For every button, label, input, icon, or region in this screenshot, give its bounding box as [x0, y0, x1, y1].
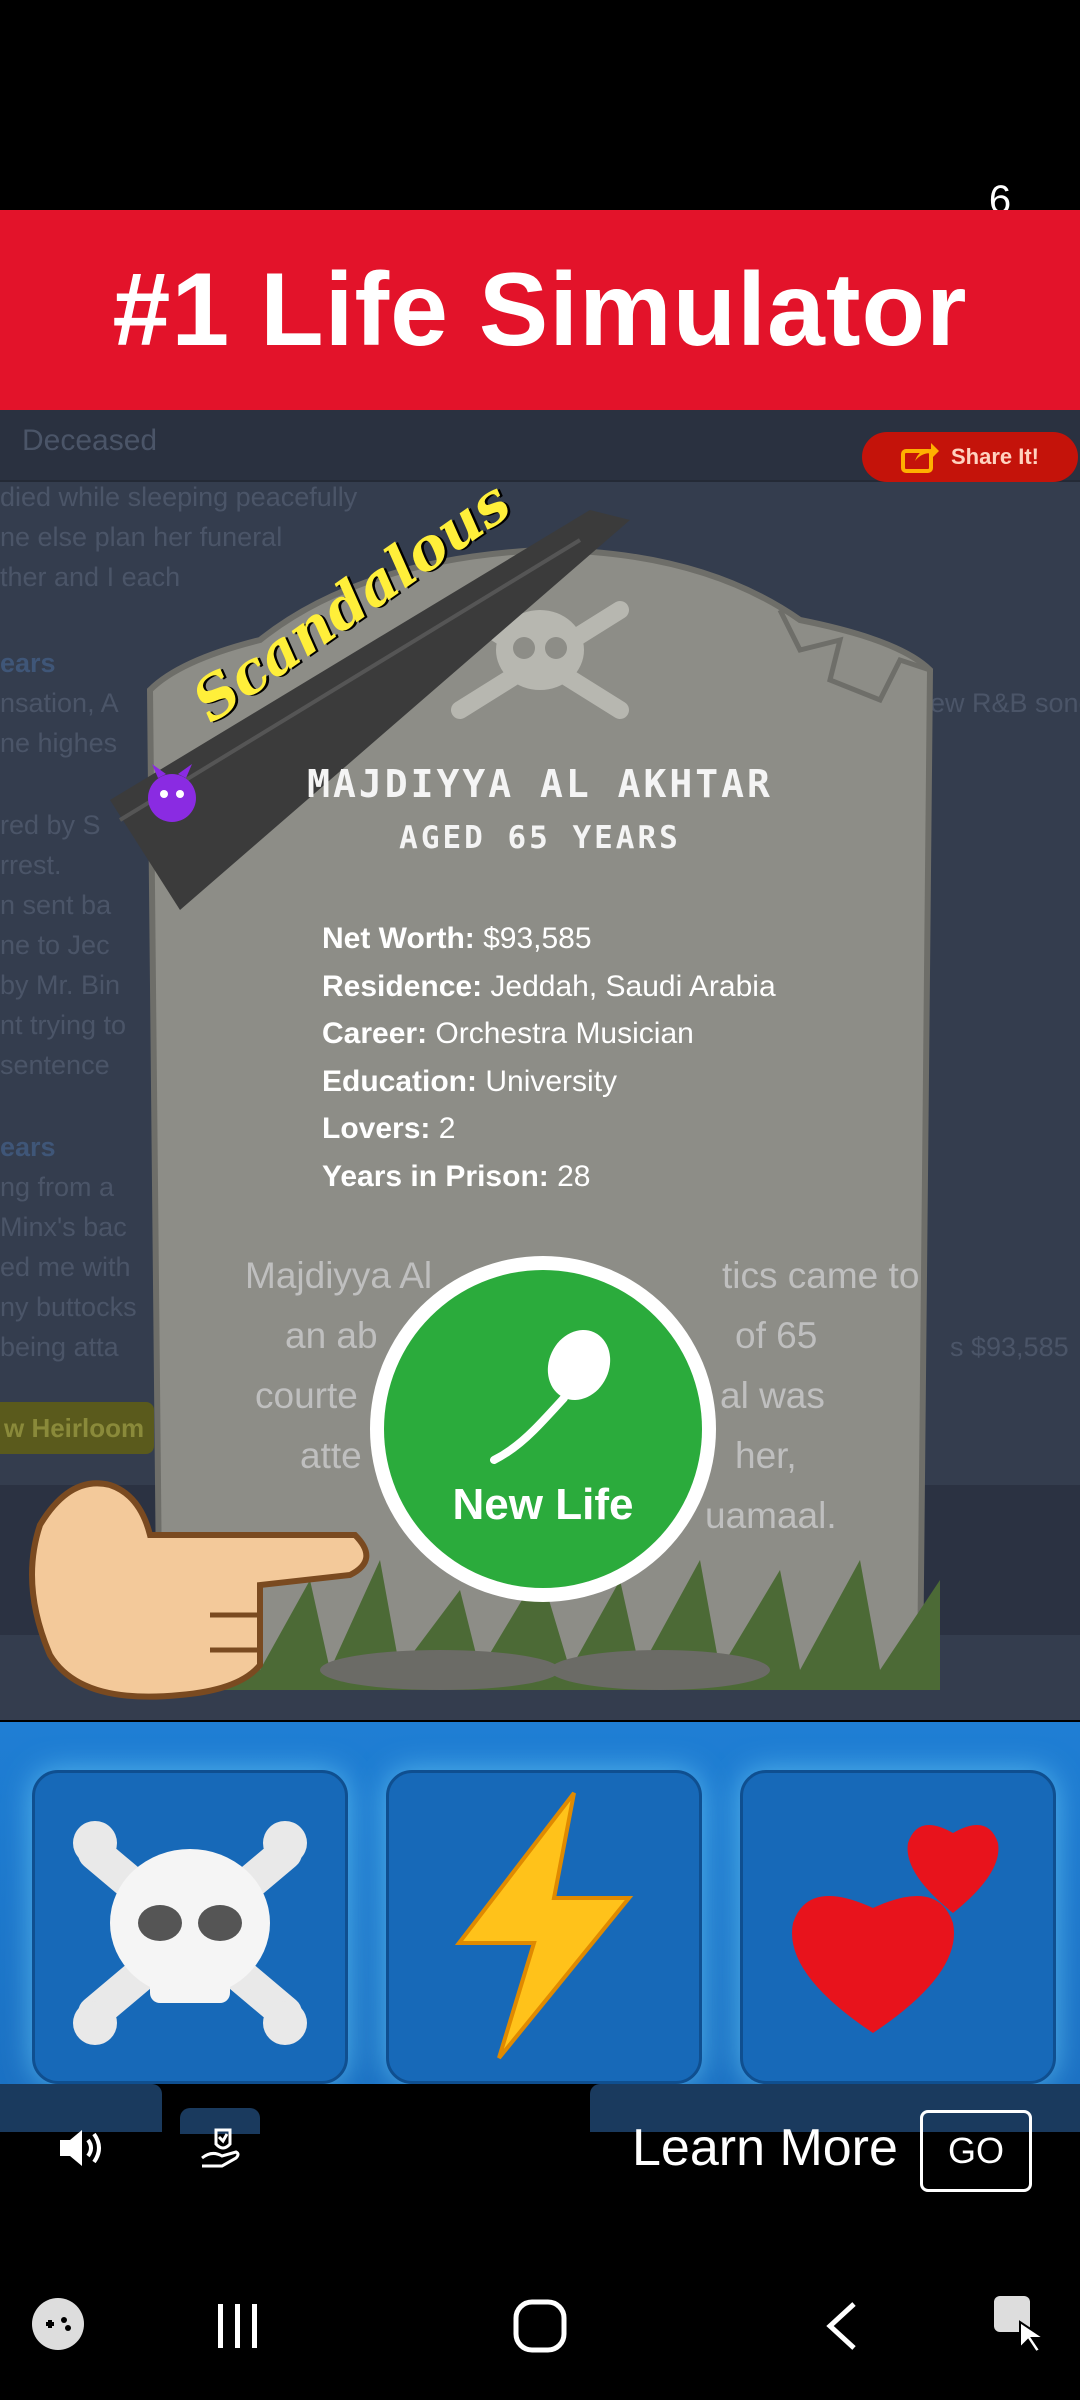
- stats-list: Net Worth: $93,585 Residence: Jeddah, Sa…: [322, 915, 776, 1200]
- stat-row: Net Worth: $93,585: [322, 915, 776, 963]
- pointing-hand-icon: [29, 1480, 370, 1700]
- log-line: Minx's bac: [0, 1212, 127, 1242]
- skull-crossbones-icon: [73, 1821, 307, 2045]
- banner-title: #1 Life Simulator: [112, 251, 968, 368]
- stat-key: Education:: [322, 1064, 477, 1098]
- stat-row: Lovers: 2: [322, 1105, 776, 1153]
- stat-value: 2: [438, 1112, 456, 1145]
- new-life-button[interactable]: New Life: [370, 1256, 716, 1602]
- stat-value: Jeddah, Saudi Arabia: [490, 969, 776, 1003]
- log-line: ne to Jec: [0, 930, 110, 960]
- deceased-name: MAJDIYYA AL AKHTAR: [307, 762, 773, 806]
- stat-row: Education: University: [322, 1058, 776, 1106]
- stat-key: Residence:: [322, 969, 483, 1003]
- go-button[interactable]: GO: [920, 2110, 1032, 2192]
- epitaph-line: her,: [735, 1435, 797, 1476]
- epitaph-line: uamaal.: [705, 1495, 837, 1536]
- stat-row: Years in Prison: 28: [322, 1153, 776, 1201]
- lightning-bolt-icon: [454, 1791, 634, 2060]
- volume-icon[interactable]: [56, 2126, 106, 2170]
- epitaph-line: of 65: [735, 1315, 818, 1356]
- log-line: n sent ba: [0, 890, 112, 920]
- log-line: being atta: [0, 1332, 119, 1362]
- log-line: nsation, A: [0, 688, 119, 718]
- stat-value: University: [485, 1064, 618, 1098]
- log-line: red by S: [0, 810, 101, 840]
- epitaph-line: Majdiyya Al: [245, 1255, 433, 1296]
- log-line: rrest.: [0, 850, 62, 880]
- share-label: Share It!: [950, 444, 1040, 469]
- action-bar: [0, 1722, 1080, 2132]
- stat-row: Residence: Jeddah, Saudi Arabia: [322, 963, 776, 1011]
- share-icon: [900, 443, 939, 473]
- ad-choices-icon[interactable]: [196, 2124, 244, 2172]
- ad-tab: [0, 2084, 162, 2132]
- back-icon[interactable]: [820, 2298, 864, 2354]
- two-hearts-icon: [792, 1825, 999, 2033]
- deceased-label: Deceased: [22, 424, 158, 457]
- log-line: nt trying to: [0, 1010, 127, 1040]
- stat-value: Orchestra Musician: [435, 1017, 694, 1050]
- log-fragment: s $93,585: [950, 1332, 1069, 1362]
- log-heading: ears: [0, 1132, 56, 1162]
- log-line: ne highes: [0, 728, 118, 758]
- stat-key: Lovers:: [322, 1112, 431, 1145]
- log-line: ed me with: [0, 1252, 131, 1282]
- deceased-age: AGED 65 YEARS: [399, 820, 681, 856]
- sperm-icon: [490, 1329, 611, 1464]
- log-line: ng from a: [0, 1172, 115, 1202]
- log-line: sentence: [0, 1050, 110, 1080]
- stat-value: 28: [557, 1159, 591, 1193]
- home-icon[interactable]: [510, 2296, 570, 2356]
- stat-key: Net Worth:: [322, 922, 475, 955]
- new-life-label: New Life: [452, 1480, 634, 1529]
- heirloom-button[interactable]: w Heirloom: [0, 1402, 154, 1454]
- death-action-button[interactable]: [32, 1770, 348, 2084]
- stat-key: Career:: [322, 1017, 428, 1050]
- epitaph-line: courte: [255, 1375, 358, 1416]
- log-heading: ears: [0, 648, 56, 678]
- learn-more-link[interactable]: Learn More: [632, 2118, 898, 2178]
- energy-action-button[interactable]: [386, 1770, 702, 2084]
- epitaph-line: al was: [720, 1375, 825, 1416]
- scandalous-ribbon: Scandalous: [110, 467, 630, 930]
- recent-apps-icon[interactable]: [210, 2300, 266, 2352]
- epitaph-line: an ab: [285, 1315, 378, 1356]
- epitaph-line: tics came to: [722, 1255, 920, 1296]
- accessibility-touch-icon[interactable]: [990, 2292, 1050, 2356]
- log-line: died while sleeping peacefully: [0, 482, 358, 512]
- log-fragment: ew R&B song: [930, 688, 1080, 718]
- ad-banner[interactable]: #1 Life Simulator: [0, 210, 1080, 410]
- log-line: ny buttocks: [0, 1292, 137, 1322]
- stat-row: Career: Orchestra Musician: [322, 1010, 776, 1058]
- log-line: by Mr. Bin: [0, 970, 121, 1000]
- system-navigation-bar: [0, 2252, 1080, 2400]
- love-action-button[interactable]: [740, 1770, 1056, 2084]
- stat-key: Years in Prison:: [322, 1159, 549, 1193]
- game-tools-icon[interactable]: [30, 2296, 86, 2352]
- stat-value: $93,585: [483, 922, 592, 955]
- share-button[interactable]: Share It!: [862, 432, 1078, 482]
